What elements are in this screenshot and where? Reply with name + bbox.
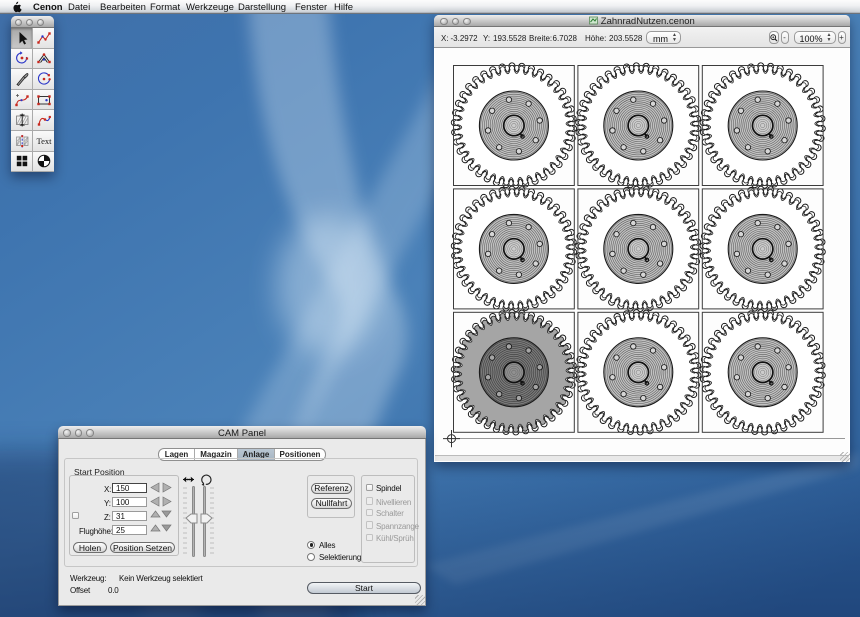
- svg-text:Text: Text: [36, 136, 51, 146]
